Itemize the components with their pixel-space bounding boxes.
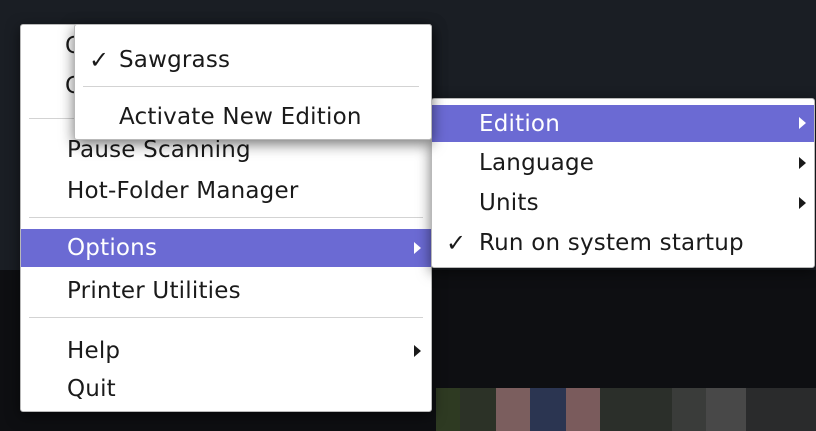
submenu-arrow-icon	[799, 117, 806, 129]
submenu-arrow-icon	[414, 345, 421, 357]
menu-item-label: Pause Scanning	[67, 137, 251, 163]
submenu-arrow-icon	[414, 242, 421, 254]
taskbar-tile	[746, 388, 816, 431]
menu-item-hot-folder-manager[interactable]: Hot-Folder Manager	[21, 173, 431, 209]
menu-item-label: Units	[479, 190, 539, 216]
menu-item-edition[interactable]: Edition	[432, 105, 814, 142]
taskbar-tile	[436, 388, 460, 431]
submenu-arrow-icon	[799, 157, 806, 169]
menu-item-label: Quit	[67, 376, 116, 402]
taskbar-tile	[672, 388, 706, 431]
menu-item-run-on-system-startup[interactable]: ✓ Run on system startup	[432, 225, 814, 261]
menu-item-activate-new-edition[interactable]: Activate New Edition	[75, 99, 431, 135]
taskbar-tile	[566, 388, 600, 431]
menu-separator	[29, 317, 423, 318]
menu-item-label: Options	[67, 235, 158, 261]
menu-item-printer-utilities[interactable]: Printer Utilities	[21, 273, 431, 309]
checkmark-icon: ✓	[89, 46, 110, 74]
taskbar-tile	[600, 388, 672, 431]
taskbar-icons	[436, 388, 816, 431]
menu-item-label: Edition	[479, 110, 560, 137]
menu-item-options[interactable]: Options	[21, 229, 431, 267]
checkmark-icon: ✓	[446, 229, 467, 257]
taskbar-tile	[460, 388, 496, 431]
menu-item-label: Printer Utilities	[67, 278, 241, 304]
submenu-arrow-icon	[799, 197, 806, 209]
menu-item-label: Help	[67, 338, 121, 364]
taskbar-tile	[496, 388, 530, 431]
menu-item-label: Hot-Folder Manager	[67, 178, 299, 204]
menu-item-label: Sawgrass	[119, 47, 231, 73]
menu-item-units[interactable]: Units	[432, 185, 814, 221]
menu-item-language[interactable]: Language	[432, 145, 814, 181]
taskbar-tile	[530, 388, 566, 431]
options-submenu: Edition Language Units ✓ Run on system s…	[431, 98, 815, 268]
menu-item-quit[interactable]: Quit	[21, 371, 431, 407]
taskbar-tile	[706, 388, 746, 431]
menu-item-label: Run on system startup	[479, 230, 744, 256]
edition-submenu: ✓ Sawgrass Activate New Edition	[74, 24, 432, 140]
menu-item-help[interactable]: Help	[21, 333, 431, 369]
menu-item-label: Activate New Edition	[119, 104, 362, 130]
menu-separator	[83, 86, 419, 87]
menu-item-sawgrass[interactable]: ✓ Sawgrass	[75, 41, 431, 79]
menu-separator	[29, 217, 423, 218]
menu-item-label: Language	[479, 150, 595, 176]
